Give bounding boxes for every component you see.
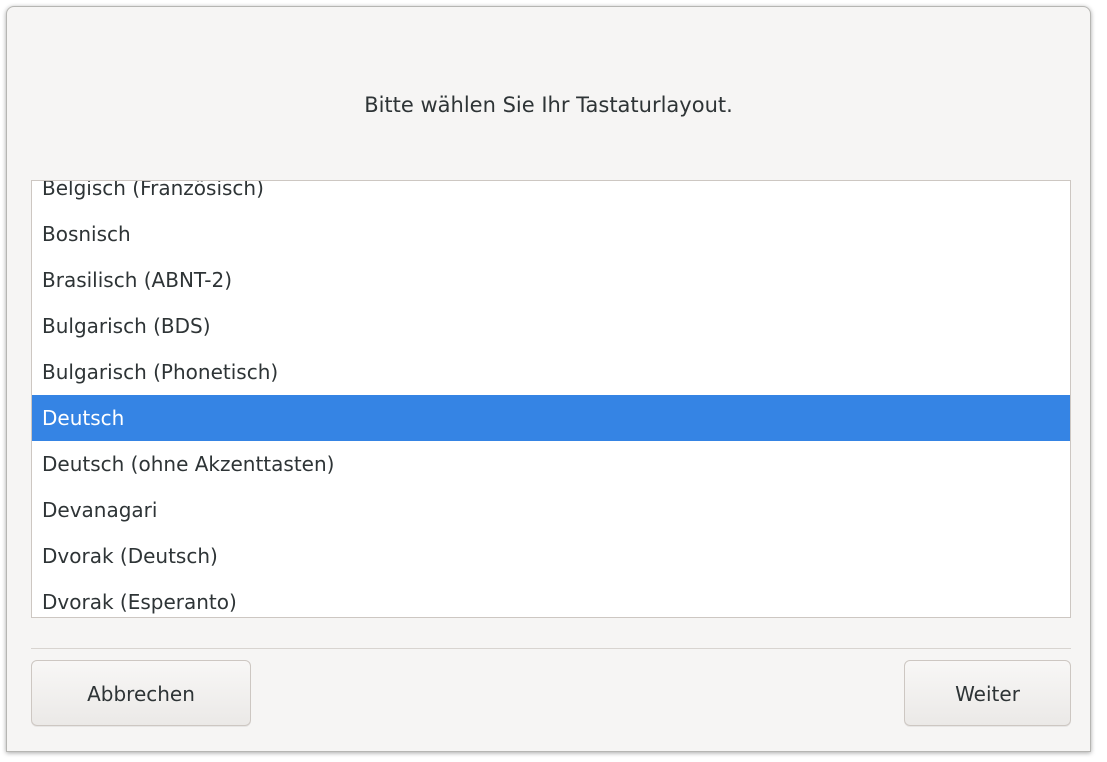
button-separator: [31, 648, 1071, 649]
list-item[interactable]: Bosnisch: [32, 211, 1070, 257]
keyboard-layout-list-content: Belgisch (Französisch) Bosnisch Brasilis…: [32, 181, 1070, 617]
list-item-selected[interactable]: Deutsch: [32, 395, 1070, 441]
dialog-prompt: Bitte wählen Sie Ihr Tastaturlayout.: [364, 93, 733, 117]
keyboard-layout-dialog: Bitte wählen Sie Ihr Tastaturlayout. Bel…: [6, 6, 1091, 752]
list-item[interactable]: Bulgarisch (BDS): [32, 303, 1070, 349]
cancel-button[interactable]: Abbrechen: [31, 660, 251, 726]
list-item[interactable]: Dvorak (Esperanto): [32, 579, 1070, 617]
list-item[interactable]: Devanagari: [32, 487, 1070, 533]
list-item[interactable]: Brasilisch (ABNT-2): [32, 257, 1070, 303]
list-item[interactable]: Belgisch (Französisch): [32, 181, 1070, 211]
list-item[interactable]: Deutsch (ohne Akzenttasten): [32, 441, 1070, 487]
list-item[interactable]: Dvorak (Deutsch): [32, 533, 1070, 579]
next-button[interactable]: Weiter: [904, 660, 1071, 726]
keyboard-layout-list[interactable]: Belgisch (Französisch) Bosnisch Brasilis…: [31, 180, 1071, 618]
list-item[interactable]: Bulgarisch (Phonetisch): [32, 349, 1070, 395]
